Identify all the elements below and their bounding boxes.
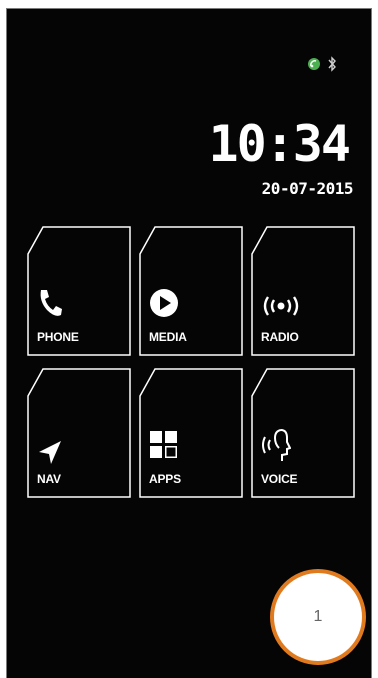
tile-media[interactable]: MEDIA	[139, 226, 243, 356]
tile-voice[interactable]: VOICE	[251, 368, 355, 498]
tile-radio[interactable]: RADIO	[251, 226, 355, 356]
tile-phone[interactable]: PHONE	[27, 226, 131, 356]
tile-label-apps: APPS	[149, 472, 181, 486]
bluetooth-icon	[327, 56, 337, 72]
clock-date: 20-07-2015	[261, 179, 354, 198]
tile-nav[interactable]: NAV	[27, 368, 131, 498]
voice-icon	[261, 428, 292, 466]
radio-waves-icon	[261, 296, 301, 320]
tile-label-nav: NAV	[37, 472, 61, 486]
phone-icon	[37, 288, 63, 322]
status-bar	[307, 54, 337, 74]
play-icon	[149, 288, 179, 322]
signal-icon	[307, 57, 321, 71]
tile-label-media: MEDIA	[149, 330, 187, 344]
tile-apps[interactable]: APPS	[139, 368, 243, 498]
step-marker-label: 1	[313, 608, 323, 625]
tile-label-phone: PHONE	[37, 330, 79, 344]
navigation-arrow-icon	[37, 440, 63, 470]
clock-time: 10:34	[208, 115, 351, 173]
step-marker: 1	[270, 569, 366, 665]
tile-label-voice: VOICE	[261, 472, 298, 486]
tile-label-radio: RADIO	[261, 330, 299, 344]
apps-grid-icon	[149, 430, 179, 464]
